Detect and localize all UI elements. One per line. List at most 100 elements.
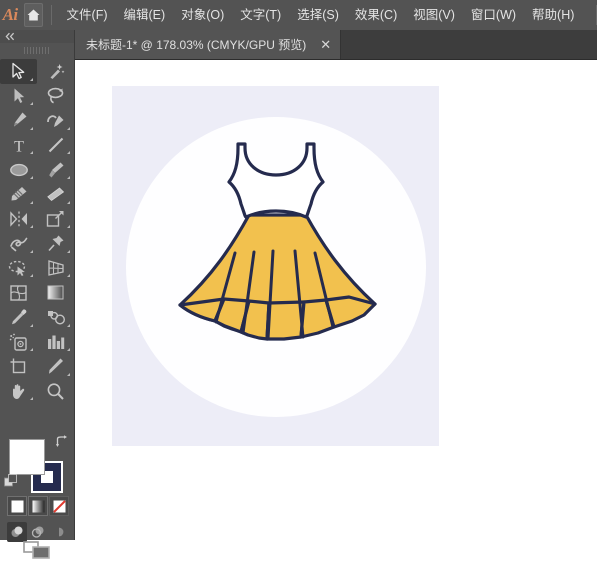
tool-flyout-indicator xyxy=(30,102,33,106)
tool-flyout-indicator xyxy=(67,175,70,179)
home-button[interactable] xyxy=(24,3,43,27)
curvature-pen-icon xyxy=(46,115,63,128)
tool-flyout-indicator xyxy=(67,249,70,253)
direct-selection-tool[interactable] xyxy=(0,84,37,109)
menu-object[interactable]: 对象(O) xyxy=(173,0,232,30)
menu-help[interactable]: 帮助(H) xyxy=(524,0,582,30)
tool-row xyxy=(0,305,74,330)
menu-item-list: 文件(F) 编辑(E) 对象(O) 文字(T) 选择(S) 效果(C) 视图(V… xyxy=(59,0,583,30)
document-canvas[interactable] xyxy=(75,60,597,540)
tool-flyout-indicator xyxy=(30,348,33,352)
shaper-tool[interactable] xyxy=(0,182,37,207)
scale-tool[interactable] xyxy=(37,207,74,232)
gradient-tool[interactable] xyxy=(37,280,74,305)
magic-wand-tool[interactable] xyxy=(37,59,74,84)
tool-flyout-indicator xyxy=(67,200,70,204)
shaper-pencil-icon xyxy=(11,187,26,201)
line-segment-tool[interactable] xyxy=(37,133,74,158)
blend-tool[interactable] xyxy=(37,305,74,330)
fill-mode-row xyxy=(7,496,69,518)
shape-builder-tool[interactable] xyxy=(0,256,37,281)
document-tab[interactable]: 未标题-1* @ 178.03% (CMYK/GPU 预览) ✕ xyxy=(75,30,342,59)
scale-resize-icon xyxy=(46,210,64,227)
width-tool[interactable] xyxy=(0,231,37,256)
tools-panel: T xyxy=(0,30,75,559)
slice-tool[interactable] xyxy=(37,354,74,379)
menu-file[interactable]: 文件(F) xyxy=(59,0,116,30)
color-fill-mode[interactable] xyxy=(7,496,27,516)
tool-row xyxy=(0,207,74,232)
gradient-fill-mode[interactable] xyxy=(28,496,48,516)
menu-select[interactable]: 选择(S) xyxy=(289,0,347,30)
tool-row xyxy=(0,108,74,133)
mesh-tool[interactable] xyxy=(0,280,37,305)
column-graph-tool[interactable] xyxy=(37,330,74,355)
tool-row xyxy=(0,157,74,182)
dress-illustration xyxy=(126,117,426,417)
hand-icon xyxy=(13,383,25,399)
pen-nib-icon xyxy=(13,112,26,127)
home-icon xyxy=(27,9,40,21)
ellipse-tool[interactable] xyxy=(0,157,37,182)
tool-row xyxy=(0,280,74,305)
tool-flyout-indicator xyxy=(30,77,33,81)
menubar-divider xyxy=(50,5,52,25)
tool-flyout-indicator xyxy=(67,274,70,278)
hem-panel-4 xyxy=(265,300,306,341)
close-icon[interactable]: ✕ xyxy=(320,38,331,51)
tool-flyout-indicator xyxy=(30,126,33,130)
paintbrush-tool[interactable] xyxy=(37,157,74,182)
bar-chart-icon xyxy=(48,335,65,350)
menu-view[interactable]: 视图(V) xyxy=(405,0,463,30)
eraser-tool[interactable] xyxy=(37,182,74,207)
curvature-tool[interactable] xyxy=(37,108,74,133)
symbol-sprayer-tool[interactable] xyxy=(0,330,37,355)
menu-bar: Ai 文件(F) 编辑(E) 对象(O) 文字(T) 选择(S) 效果(C) 视… xyxy=(0,0,597,30)
eraser-icon xyxy=(46,187,64,201)
menu-window[interactable]: 窗口(W) xyxy=(463,0,524,30)
zoom-tool[interactable] xyxy=(37,379,74,404)
solid-arrow-icon xyxy=(14,88,25,103)
collapse-toolbar-button[interactable] xyxy=(0,30,74,43)
tool-row: T xyxy=(0,133,74,158)
tool-grid: T xyxy=(0,59,74,403)
illustrator-window: Ai 文件(F) 编辑(E) 对象(O) 文字(T) 选择(S) 效果(C) 视… xyxy=(0,0,597,559)
tool-flyout-indicator xyxy=(30,151,33,155)
tool-flyout-indicator xyxy=(67,126,70,130)
default-fill-stroke-icon[interactable] xyxy=(4,474,18,488)
artboard-tool[interactable] xyxy=(0,354,37,379)
menu-edit[interactable]: 编辑(E) xyxy=(116,0,174,30)
free-transform-tool[interactable] xyxy=(37,231,74,256)
artboard[interactable] xyxy=(112,86,439,446)
slice-knife-icon xyxy=(49,358,63,375)
tool-row xyxy=(0,231,74,256)
none-fill-mode[interactable] xyxy=(49,496,69,516)
tool-flyout-indicator xyxy=(30,175,33,179)
ellipse-icon xyxy=(9,163,28,176)
rotate-tool[interactable] xyxy=(0,207,37,232)
perspective-grid-tool[interactable] xyxy=(37,256,74,281)
tool-row xyxy=(0,256,74,281)
lasso-tool[interactable] xyxy=(37,84,74,109)
tool-row xyxy=(0,84,74,109)
arrow-cursor-icon xyxy=(12,63,25,80)
lasso-icon xyxy=(47,87,64,104)
type-tool[interactable]: T xyxy=(0,133,37,158)
tool-flyout-indicator xyxy=(30,225,33,229)
fill-stroke-swatches xyxy=(0,434,74,496)
eyedropper-tool[interactable] xyxy=(0,305,37,330)
tool-row xyxy=(0,59,74,84)
swap-arrow-icon[interactable] xyxy=(55,435,68,448)
artboard-crop-icon xyxy=(10,358,26,374)
eyedropper-icon xyxy=(11,309,26,325)
selection-tool[interactable] xyxy=(0,59,37,84)
text-t-icon: T xyxy=(14,138,24,154)
pen-tool[interactable] xyxy=(0,108,37,133)
fill-swatch[interactable] xyxy=(9,439,45,475)
menu-effect[interactable]: 效果(C) xyxy=(347,0,405,30)
menu-type[interactable]: 文字(T) xyxy=(232,0,289,30)
toolbar-drag-handle[interactable] xyxy=(0,43,74,57)
gradient-swatch-icon xyxy=(47,285,64,300)
double-chevron-left-icon xyxy=(5,32,15,41)
hand-tool[interactable] xyxy=(0,379,37,404)
